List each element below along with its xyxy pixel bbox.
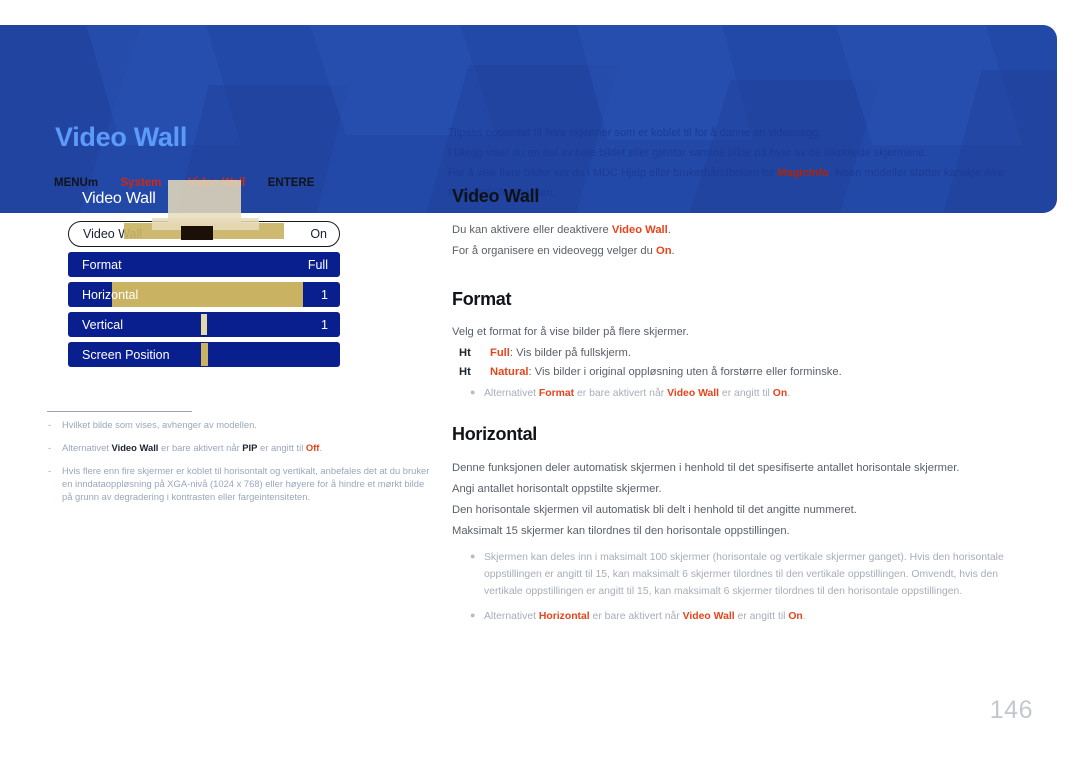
note-text: er angitt til — [734, 611, 789, 623]
footnote-text: Hvis flere enn fire skjermer er koblet t… — [62, 465, 430, 502]
footnote-keyword: Video Wall — [111, 442, 159, 453]
osd-row-value: 1 — [321, 317, 328, 332]
footnote-divider — [47, 411, 192, 412]
horizontal-limit-note: ● Skjermen kan deles inn i maksimalt 100 … — [452, 549, 1032, 600]
keyword-horizontal: Horizontal — [538, 611, 590, 623]
overlay-panel — [181, 226, 213, 240]
osd-row-label: Screen Position — [82, 347, 170, 362]
note-text: . — [787, 388, 791, 400]
note-text: Alternativet — [484, 388, 539, 400]
osd-menu-mockup: Video Wall Video Wall On Format Full Hor… — [68, 180, 340, 367]
paragraph: Maksimalt 15 skjermer kan tilordnes til … — [452, 525, 790, 538]
osd-row-value: 1 — [321, 287, 328, 302]
paragraph-text: . — [667, 223, 671, 236]
banner-description-line-2: I tillegg viser du en del av hele bildet… — [448, 147, 928, 159]
paragraph: Velg et format for å vise bilder på fler… — [452, 326, 689, 339]
option-text: : Vis bilder i original oppløsning uten … — [528, 366, 842, 379]
footnote-text: Hvilket bilde som vises, avhenger av mod… — [62, 419, 257, 430]
footnote-keyword: PIP — [242, 442, 258, 453]
footnote-item: - Hvis flere enn fire skjermer er koblet… — [47, 464, 432, 503]
osd-row-screen-position[interactable]: Screen Position — [68, 342, 340, 367]
section-title-format: Format — [452, 288, 512, 309]
note-text: er angitt til — [719, 388, 773, 400]
banner-description-line-1: Tilpass oppsettet til flere skjermer som… — [448, 127, 822, 139]
overlay-band — [201, 343, 208, 366]
osd-row-value: Full — [307, 257, 328, 272]
paragraph-text: . — [671, 244, 675, 257]
bullet-icon: ● — [470, 610, 476, 621]
keyword-on: On — [772, 388, 788, 400]
list-marker: Ht — [459, 347, 471, 360]
format-option-full: Ht Full: Vis bilder på fullskjerm. — [452, 344, 1032, 363]
footnote-text: . — [319, 442, 323, 453]
footnote-item: - Hvilket bilde som vises, avhenger av m… — [47, 418, 432, 431]
footnote-item: - Alternativet Video Wall er bare aktive… — [47, 441, 432, 454]
footnote-value: Off — [305, 442, 320, 453]
keyword-format: Format — [538, 388, 575, 400]
banner-title: Video Wall — [55, 122, 188, 152]
footnote-dash: - — [48, 419, 52, 430]
osd-row-format[interactable]: Format Full — [68, 252, 340, 277]
format-option-natural: Ht Natural: Vis bilder i original oppløsn… — [452, 363, 1032, 382]
osd-row-label: Horizontal — [82, 287, 139, 302]
note-text: er bare aktivert når — [574, 388, 668, 400]
paragraph: Denne funksjonen deler automatisk skjerm… — [452, 462, 960, 475]
banner-desc-magicinfo: MagicInfo — [777, 167, 829, 179]
osd-row-horizontal[interactable]: Horizontal 1 — [68, 282, 340, 307]
keyword-video-wall: Video Wall — [667, 388, 720, 400]
overlay-band — [201, 314, 207, 335]
list-marker: Ht — [459, 366, 471, 379]
option-name: Natural — [490, 366, 529, 379]
bullet-icon: ● — [470, 551, 476, 562]
paragraph: For å organisere en videovegg velger du … — [452, 242, 1032, 261]
bullet-icon: ● — [470, 387, 476, 398]
overlay-band — [112, 282, 303, 307]
paragraph: Du kan aktivere eller deaktivere Video W… — [452, 221, 1032, 240]
osd-row-label: Format — [82, 257, 122, 272]
horizontal-condition-note: ● Alternativet Horizontal er bare aktiver… — [452, 608, 1032, 625]
footnote-text: er angitt til — [257, 442, 306, 453]
keyword-video-wall: Video Wall — [611, 223, 668, 236]
footnote-text: Alternativet — [62, 442, 112, 453]
manual-page: Video Wall MENUm System Video Wall ENTER… — [0, 0, 1080, 763]
note-text: er bare aktivert når — [589, 611, 683, 623]
osd-row-label: Vertical — [82, 317, 123, 332]
keyword-on: On — [656, 244, 672, 257]
note-text: . — [802, 611, 806, 623]
osd-row-value: On — [310, 227, 327, 241]
option-name: Full — [490, 347, 510, 360]
option-text: : Vis bilder på fullskjerm. — [509, 347, 631, 360]
keyword-video-wall: Video Wall — [682, 611, 735, 623]
paragraph: Den horisontale skjermen vil automatisk … — [452, 504, 857, 517]
section-title-horizontal: Horizontal — [452, 424, 537, 445]
paragraph-text: Du kan aktivere eller deaktivere — [452, 223, 612, 236]
footnote-dash: - — [48, 465, 52, 476]
banner-desc-text: For å vise flere bilder ser du i MDC Hje… — [448, 167, 778, 179]
footnote-list: - Hvilket bilde som vises, avhenger av m… — [47, 418, 432, 513]
footnote-dash: - — [48, 442, 52, 453]
format-condition-note: ● Alternativet Format er bare aktivert nå… — [452, 385, 1032, 402]
paragraph: Angi antallet horisontalt oppstilte skje… — [452, 483, 662, 496]
section-title-video-wall: Video Wall — [452, 186, 540, 206]
osd-row-vertical[interactable]: Vertical 1 — [68, 312, 340, 337]
page-number: 146 — [989, 696, 1033, 724]
note-text: Alternativet — [484, 611, 539, 623]
content-column: Video Wall Du kan aktivere eller deaktiv… — [452, 186, 1032, 625]
note-text: Skjermen kan deles inn i maksimalt 100 s… — [484, 552, 1004, 598]
keyword-on: On — [788, 611, 803, 623]
paragraph-text: For å organisere en videovegg velger du — [452, 244, 656, 257]
footnote-text: er bare aktivert når — [158, 442, 243, 453]
